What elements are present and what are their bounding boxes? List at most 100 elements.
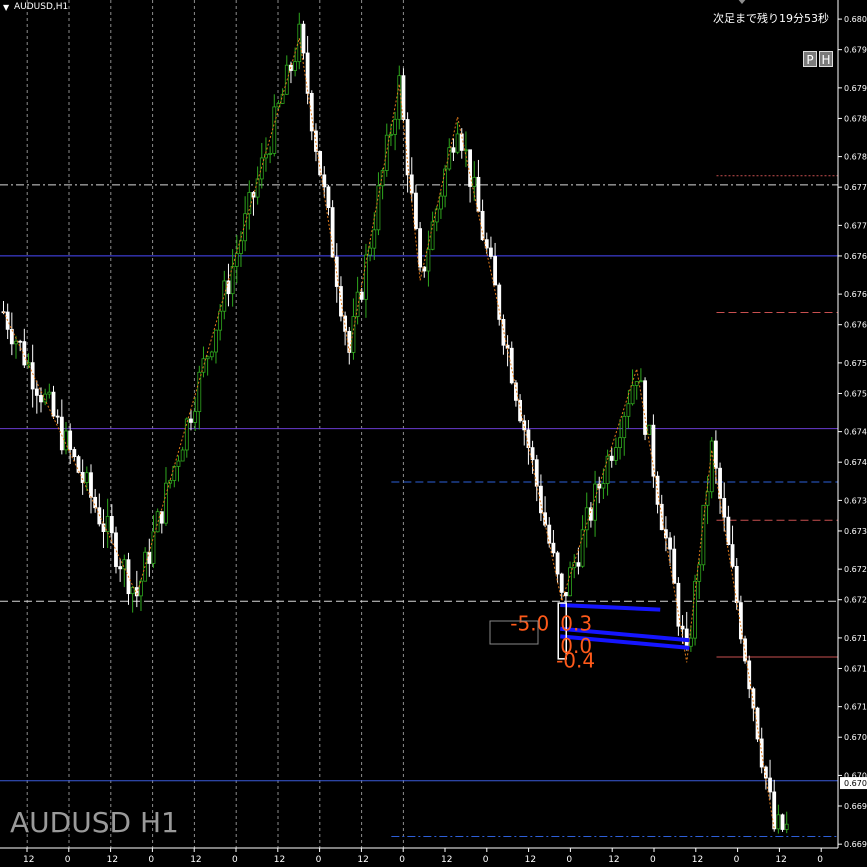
- price-tick-label: 0.6706: [844, 733, 867, 742]
- candle-body: [30, 362, 35, 390]
- chart-title: AUDUSD,H1: [14, 2, 69, 12]
- candle-body: [559, 573, 564, 593]
- candle-body: [414, 192, 418, 229]
- horizontal-lines: [0, 175, 838, 838]
- annotation-label: -5.0: [510, 611, 549, 635]
- candle-body: [326, 186, 331, 208]
- candle-body: [214, 329, 218, 353]
- price-tick-label: 0.6755: [844, 359, 867, 368]
- candle-body: [618, 437, 622, 448]
- candle-body: [443, 168, 447, 197]
- price-tick-label: 0.6737: [844, 496, 867, 505]
- candle-body: [589, 507, 593, 521]
- price-tick-label: 0.6746: [844, 428, 867, 437]
- h-button[interactable]: H: [819, 51, 833, 67]
- time-tick-label: 12: [190, 855, 201, 865]
- candle-body: [576, 562, 581, 567]
- time-tick-label: 0: [316, 855, 322, 865]
- price-tick-label: 0.6719: [844, 634, 867, 643]
- candle-body: [239, 240, 243, 254]
- candle-body: [39, 395, 43, 403]
- time-tick-label: 0: [232, 855, 238, 865]
- price-tick-label: 0.6764: [844, 290, 867, 299]
- time-tick-label: 12: [107, 855, 118, 865]
- candle-body: [684, 628, 689, 647]
- time-tick-label: 12: [775, 855, 786, 865]
- candle-body: [701, 504, 706, 566]
- time-tick-label: 12: [441, 855, 452, 865]
- candle-body: [22, 341, 27, 366]
- price-tick-label: 0.6692: [844, 840, 867, 849]
- zone-line: [560, 603, 661, 612]
- price-tick-label: 0.6778: [844, 183, 867, 192]
- price-tick-label: 0.6715: [844, 664, 867, 673]
- candle-body: [605, 455, 610, 484]
- candle-body: [768, 777, 772, 793]
- time-tick-label: 0: [566, 855, 572, 865]
- time-axis: 12 0 12 0 12 0 12 0 12 0 12 0 12 0 12 0 12 0 12 0: [0, 847, 867, 867]
- price-tick-label: 0.6787: [844, 114, 867, 123]
- candle-body: [122, 559, 127, 570]
- candle-body: [205, 356, 210, 360]
- candle-body: [272, 106, 277, 154]
- candle-body: [734, 566, 739, 604]
- time-tick-label: 0: [148, 855, 154, 865]
- p-button[interactable]: P: [803, 51, 817, 67]
- candle-body: [47, 391, 52, 395]
- price-tick-label: 0.6728: [844, 565, 867, 574]
- shift-marker-icon[interactable]: [737, 0, 747, 4]
- candle-body: [401, 75, 406, 120]
- price-tick-label: 0.6710: [844, 703, 867, 712]
- price-tick-label: 0.6782: [844, 153, 867, 162]
- candle-body: [543, 512, 547, 526]
- candle-body: [622, 415, 627, 439]
- candle-body: [455, 133, 460, 153]
- price-tick-label: 0.6791: [844, 84, 867, 93]
- candle-body: [472, 176, 477, 187]
- time-tick-label: 12: [692, 855, 703, 865]
- price-chart[interactable]: -5.00.30.0-0.4 0.68000.67960.67910.67870…: [0, 0, 867, 867]
- candle-body: [109, 516, 114, 534]
- candle-body: [713, 440, 718, 469]
- price-tick-label: 0.6773: [844, 221, 867, 230]
- candle-body: [176, 460, 181, 467]
- candle-body: [614, 447, 618, 461]
- candle-body: [680, 625, 685, 630]
- time-tick-label: 12: [23, 855, 34, 865]
- price-axis: 0.6800 0.6796 0.6791 0.6787 0.6782 0.6778 0.67…: [837, 0, 867, 867]
- annotation-label: 0.3: [560, 611, 592, 635]
- grid: [26, 0, 404, 848]
- candle-body: [243, 213, 248, 242]
- candle-body: [184, 418, 189, 451]
- price-tick-label: 0.6742: [844, 458, 867, 467]
- candle-body: [526, 429, 531, 449]
- price-tick-label: 0.6724: [844, 596, 867, 605]
- zigzag-polyline: [3, 38, 775, 829]
- candle-body: [189, 418, 193, 423]
- candle-body: [726, 516, 731, 546]
- candle-body: [630, 385, 635, 405]
- time-tick-label: 0: [399, 855, 405, 865]
- candle-body: [439, 195, 443, 210]
- candle-body: [34, 388, 39, 396]
- candle-body: [118, 566, 123, 570]
- candle-body: [293, 61, 298, 71]
- candle-body: [418, 228, 423, 268]
- dropdown-icon[interactable]: ▼: [3, 3, 9, 12]
- candle-body: [493, 256, 497, 286]
- candle-body: [638, 380, 643, 383]
- candle-body: [55, 415, 60, 418]
- chart-window[interactable]: -5.00.30.0-0.4 0.68000.67960.67910.67870…: [0, 0, 867, 867]
- candle-body: [668, 537, 672, 550]
- candle-body: [268, 153, 273, 155]
- candle-body: [555, 552, 560, 575]
- time-tick-label: 12: [525, 855, 536, 865]
- candle-body: [368, 247, 373, 256]
- price-tick-label: 0.6796: [844, 46, 867, 55]
- candle-body: [530, 447, 535, 461]
- candle-body: [634, 381, 639, 386]
- candle-body: [551, 542, 556, 554]
- time-tick-label: 0: [65, 855, 71, 865]
- candle-body: [389, 133, 393, 136]
- candle-body: [434, 208, 439, 223]
